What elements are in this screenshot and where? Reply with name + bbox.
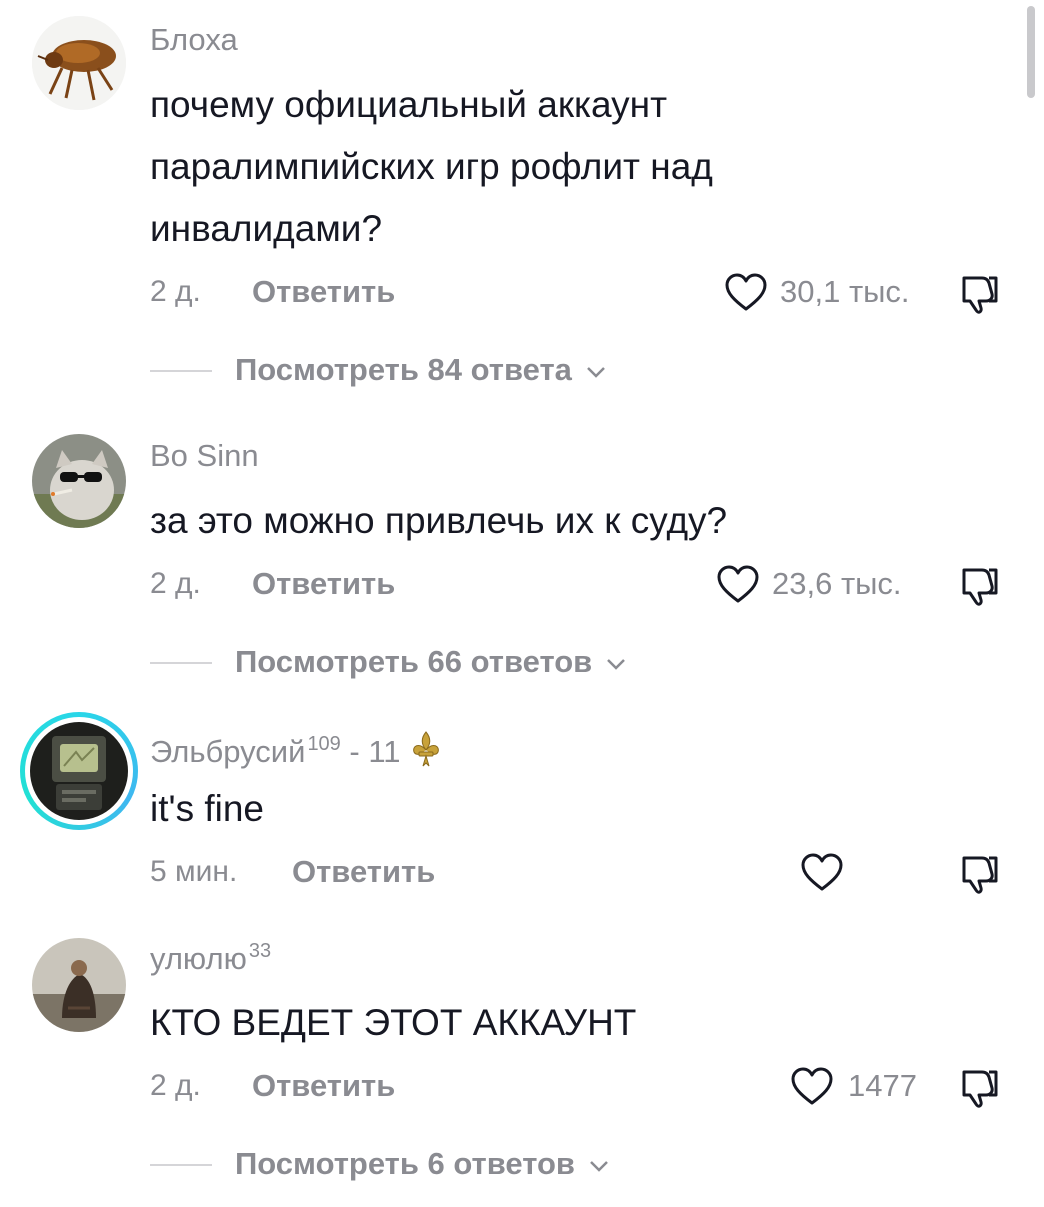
username[interactable]: Блоха — [150, 22, 238, 58]
flea-icon — [32, 16, 126, 110]
old-monitor-icon — [30, 722, 128, 820]
heart-icon[interactable] — [724, 273, 768, 313]
fleur-de-lis-icon — [413, 731, 440, 767]
username[interactable]: Bo Sinn — [150, 438, 259, 474]
reply-button[interactable]: Ответить — [252, 562, 395, 606]
painting-figure-icon — [32, 938, 126, 1032]
dislike-icon[interactable] — [958, 564, 1002, 606]
heart-icon[interactable] — [716, 565, 760, 605]
comment-actions: 2 д. Ответить 30,1 тыс. — [150, 270, 1044, 314]
divider — [150, 370, 212, 372]
divider — [150, 662, 212, 664]
cat-with-sunglasses-icon — [32, 434, 126, 528]
username-text: улюлю — [150, 941, 247, 976]
comment-time: 2 д. — [150, 567, 201, 600]
reply-button[interactable]: Ответить — [252, 270, 395, 314]
chevron-down-icon — [589, 1160, 608, 1172]
avatar[interactable] — [32, 938, 126, 1032]
username[interactable]: улюлю 33 — [150, 940, 271, 977]
username[interactable]: Эльбрусий 109 - 11 — [150, 730, 441, 770]
view-replies-label: Посмотреть 66 ответов — [235, 644, 593, 679]
username-suffix: - 11 — [340, 734, 401, 769]
comment-text: почему официальный аккаунт паралимпийски… — [150, 84, 713, 249]
comment-actions: 2 д. Ответить 23,6 тыс. — [150, 562, 1044, 606]
comment-time: 5 мин. — [150, 855, 238, 888]
comment-text: за это можно привлечь их к суду? — [150, 500, 728, 541]
view-replies-label: Посмотреть 6 ответов — [235, 1146, 575, 1181]
view-replies-label: Посмотреть 84 ответа — [235, 352, 572, 387]
comment-text: КТО ВЕДЕТ ЭТОТ АККАУНТ — [150, 1002, 637, 1043]
avatar[interactable] — [32, 434, 126, 528]
avatar[interactable] — [32, 16, 126, 110]
avatar — [30, 722, 128, 820]
reply-button[interactable]: Ответить — [252, 1064, 395, 1108]
dislike-icon[interactable] — [958, 1066, 1002, 1108]
like-count: 30,1 тыс. — [780, 274, 910, 309]
comment-text: it's fine — [150, 788, 264, 829]
username-superscript: 109 — [307, 733, 341, 755]
dislike-icon[interactable] — [958, 272, 1002, 314]
divider — [150, 1164, 212, 1166]
username-superscript: 33 — [248, 940, 272, 962]
comment-actions: 5 мин. Ответить — [150, 850, 1044, 894]
comment-time: 2 д. — [150, 1069, 201, 1102]
reply-button[interactable]: Ответить — [292, 850, 435, 894]
comment-time: 2 д. — [150, 275, 201, 308]
avatar-story-ring[interactable] — [20, 712, 138, 830]
like-count: 1477 — [848, 1068, 917, 1103]
dislike-icon[interactable] — [958, 852, 1002, 894]
heart-icon[interactable] — [790, 1067, 834, 1107]
comment-actions: 2 д. Ответить 1477 — [150, 1064, 1044, 1108]
heart-icon[interactable] — [800, 853, 844, 893]
like-count: 23,6 тыс. — [772, 566, 902, 601]
chevron-down-icon — [606, 658, 625, 670]
username-text: Эльбрусий — [150, 734, 306, 769]
scrollbar[interactable] — [1027, 6, 1035, 98]
chevron-down-icon — [586, 366, 605, 378]
